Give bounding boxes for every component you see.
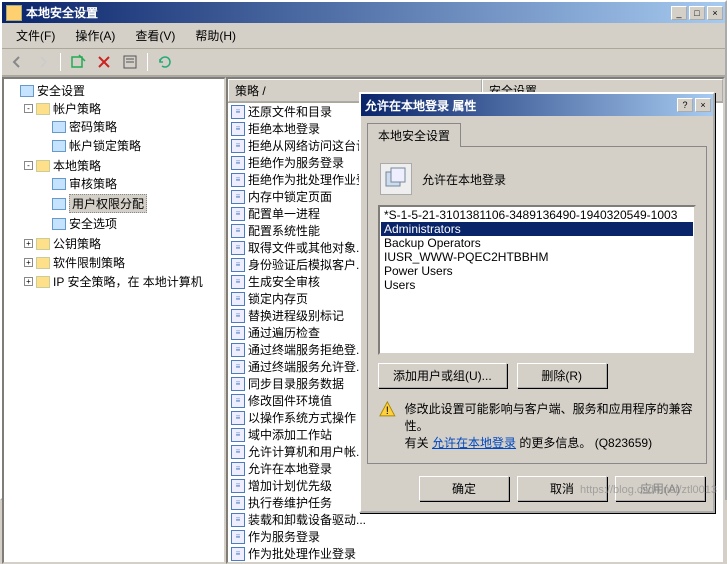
dialog-help-button[interactable]: ? xyxy=(677,98,693,112)
forward-button[interactable] xyxy=(32,51,54,73)
main-titlebar[interactable]: 本地安全设置 _ □ × xyxy=(2,2,725,23)
user-row[interactable]: *S-1-5-21-3101381106-3489136490-19403205… xyxy=(381,208,693,222)
policy-icon xyxy=(380,163,412,195)
policy-item-icon: ≡ xyxy=(231,207,245,221)
export-button[interactable] xyxy=(67,51,89,73)
policy-name: 作为服务登录 xyxy=(248,528,480,545)
policy-row[interactable]: ≡装载和卸载设备驱动... xyxy=(228,511,723,528)
warning-icon: ! xyxy=(378,400,397,420)
policy-item-icon: ≡ xyxy=(231,513,245,527)
tree-pane[interactable]: 安全设置 -帐户策略 密码策略 帐户锁定策略 -本地策略 审核策略 用户权限分配 xyxy=(2,77,226,564)
maximize-button[interactable]: □ xyxy=(689,6,705,20)
policy-name: 作为批处理作业登录 xyxy=(248,545,480,562)
policy-item-icon: ≡ xyxy=(231,479,245,493)
policy-item-icon: ≡ xyxy=(231,292,245,306)
menu-file[interactable]: 文件(F) xyxy=(8,25,63,46)
policy-row[interactable]: ≡作为服务登录 xyxy=(228,528,723,545)
ok-button[interactable]: 确定 xyxy=(419,476,509,501)
user-row[interactable]: Backup Operators xyxy=(381,236,693,250)
warning-text: 修改此设置可能影响与客户端、服务和应用程序的兼容性。 有关 允许在本地登录 的更… xyxy=(405,400,696,451)
policy-item-icon: ≡ xyxy=(231,173,245,187)
close-button[interactable]: × xyxy=(707,6,723,20)
policy-row[interactable]: ≡作为批处理作业登录 xyxy=(228,545,723,562)
back-button[interactable] xyxy=(6,51,28,73)
dialog-title: 允许在本地登录 属性 xyxy=(365,97,677,114)
policy-item-icon: ≡ xyxy=(231,224,245,238)
policy-item-icon: ≡ xyxy=(231,343,245,357)
dialog-close-button[interactable]: × xyxy=(695,98,711,112)
tree-audit-policy[interactable]: 审核策略 xyxy=(40,175,222,192)
app-icon xyxy=(6,5,22,21)
tree-account-policies[interactable]: -帐户策略 xyxy=(24,100,222,117)
policy-item-icon: ≡ xyxy=(231,122,245,136)
policy-item-icon: ≡ xyxy=(231,156,245,170)
policy-item-icon: ≡ xyxy=(231,411,245,425)
tree-root[interactable]: 安全设置 xyxy=(8,82,222,99)
tree-password-policy[interactable]: 密码策略 xyxy=(40,118,222,135)
dialog-titlebar[interactable]: 允许在本地登录 属性 ? × xyxy=(361,94,713,116)
user-row[interactable]: Users xyxy=(381,278,693,292)
window-title: 本地安全设置 xyxy=(26,4,671,21)
policy-name: 装载和卸载设备驱动... xyxy=(248,511,480,528)
policy-item-icon: ≡ xyxy=(231,428,245,442)
tree-public-key[interactable]: +公钥策略 xyxy=(24,235,222,252)
svg-text:!: ! xyxy=(386,405,389,417)
menu-view[interactable]: 查看(V) xyxy=(127,25,183,46)
policy-item-icon: ≡ xyxy=(231,326,245,340)
remove-button[interactable]: 删除(R) xyxy=(517,363,607,388)
warning-link[interactable]: 允许在本地登录 xyxy=(432,436,516,450)
menubar: 文件(F) 操作(A) 查看(V) 帮助(H) xyxy=(2,23,725,49)
policy-item-icon: ≡ xyxy=(231,241,245,255)
user-row[interactable]: IUSR_WWW-PQEC2HTBBHM xyxy=(381,250,693,264)
user-row[interactable]: Power Users xyxy=(381,264,693,278)
policy-item-icon: ≡ xyxy=(231,462,245,476)
refresh-button[interactable] xyxy=(154,51,176,73)
policy-item-icon: ≡ xyxy=(231,547,245,561)
menu-help[interactable]: 帮助(H) xyxy=(187,25,244,46)
minimize-button[interactable]: _ xyxy=(671,6,687,20)
policy-item-icon: ≡ xyxy=(231,309,245,323)
dialog-heading: 允许在本地登录 xyxy=(422,171,506,188)
policy-item-icon: ≡ xyxy=(231,445,245,459)
properties-dialog: 允许在本地登录 属性 ? × 本地安全设置 允许在本地登录 *S-1-5-21-… xyxy=(359,92,715,513)
add-user-button[interactable]: 添加用户或组(U)... xyxy=(378,363,507,388)
watermark: https://blog.csdn.net/ztl0013 xyxy=(580,484,717,496)
delete-button[interactable] xyxy=(93,51,115,73)
policy-item-icon: ≡ xyxy=(231,258,245,272)
tab-local-security[interactable]: 本地安全设置 xyxy=(367,123,461,147)
user-row[interactable]: Administrators xyxy=(381,222,693,236)
tree-user-rights[interactable]: 用户权限分配 xyxy=(40,194,222,213)
policy-item-icon: ≡ xyxy=(231,394,245,408)
tree-lockout-policy[interactable]: 帐户锁定策略 xyxy=(40,137,222,154)
policy-item-icon: ≡ xyxy=(231,275,245,289)
policy-item-icon: ≡ xyxy=(231,360,245,374)
menu-action[interactable]: 操作(A) xyxy=(67,25,123,46)
policy-item-icon: ≡ xyxy=(231,190,245,204)
policy-item-icon: ≡ xyxy=(231,530,245,544)
tree-software-restriction[interactable]: +软件限制策略 xyxy=(24,254,222,271)
policy-item-icon: ≡ xyxy=(231,377,245,391)
tree-ip-security[interactable]: +IP 安全策略，在 本地计算机 xyxy=(24,273,222,290)
properties-button[interactable] xyxy=(119,51,141,73)
user-list[interactable]: *S-1-5-21-3101381106-3489136490-19403205… xyxy=(378,205,696,355)
policy-item-icon: ≡ xyxy=(231,496,245,510)
toolbar xyxy=(2,49,725,76)
tree-local-policies[interactable]: -本地策略 xyxy=(24,157,222,174)
policy-item-icon: ≡ xyxy=(231,105,245,119)
dialog-tabs: 本地安全设置 xyxy=(367,122,707,146)
policy-item-icon: ≡ xyxy=(231,139,245,153)
tree-security-options[interactable]: 安全选项 xyxy=(40,215,222,232)
